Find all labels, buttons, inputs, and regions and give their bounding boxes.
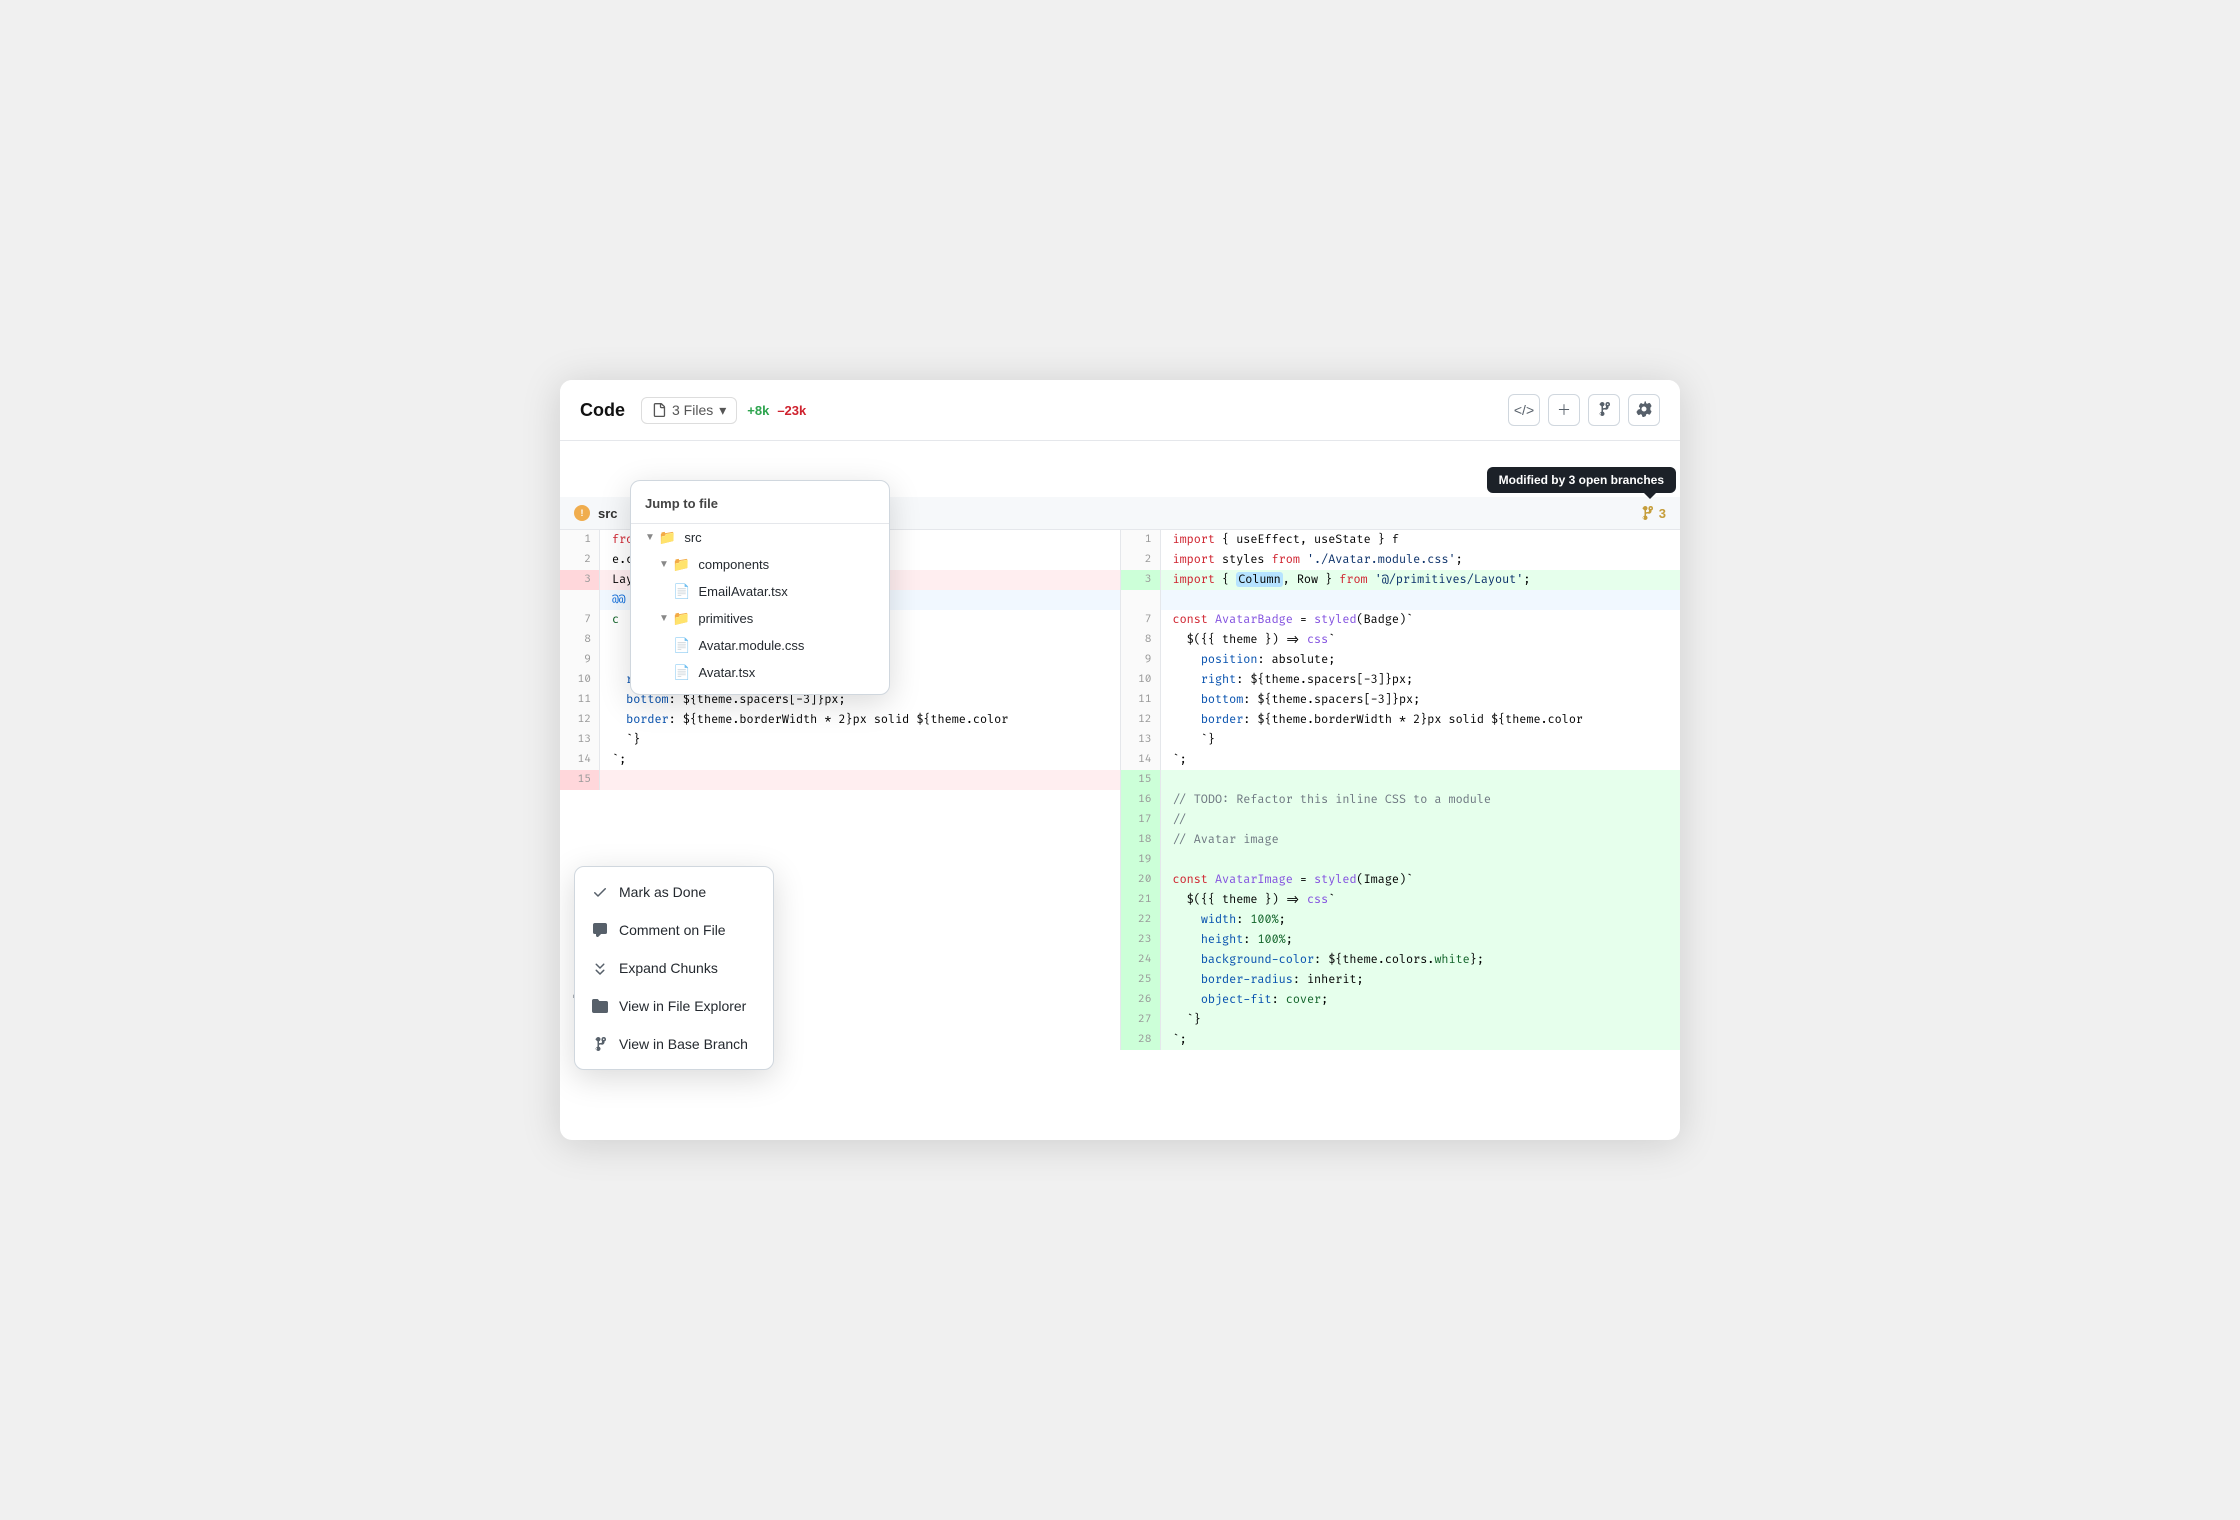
view-base-branch-item[interactable]: View in Base Branch — [575, 1025, 773, 1063]
left-file-name: src — [598, 506, 618, 521]
code-line-added: 18 // Avatar image — [1121, 830, 1681, 850]
code-line-added: 20 const AvatarImage = styled(Image)` — [1121, 870, 1681, 890]
code-line: 1 import { useEffect, useState } f — [1121, 530, 1681, 550]
folder-open-icon — [591, 997, 609, 1015]
code-line-added: 24 background-color: ${theme.colors.whit… — [1121, 950, 1681, 970]
branch-tooltip: Modified by 3 open branches — [1487, 467, 1676, 493]
header: Code 3 Files ▾ +8k –23k </> ＋ — [560, 380, 1680, 441]
folder-icon: 📁 — [673, 610, 690, 627]
code-line: 13 `} — [560, 730, 1120, 750]
tree-item-label: primitives — [698, 611, 753, 626]
file-icon: 📄 — [673, 637, 690, 654]
code-line: 11 bottom: ${theme.spacers[-3]}px; — [1121, 690, 1681, 710]
comment-icon — [591, 921, 609, 939]
tree-item-primitives[interactable]: ▼ 📁 primitives — [631, 605, 889, 632]
tree-search-area: Jump to file — [631, 489, 889, 524]
code-line-added: 16 // TODO: Refactor this inline CSS to … — [1121, 790, 1681, 810]
tree-item-label: Avatar.tsx — [698, 665, 755, 680]
code-line-added: 15 — [1121, 770, 1681, 790]
code-line-added: 3 import { Column, Row } from '@/primiti… — [1121, 570, 1681, 590]
code-line: 14 `; — [1121, 750, 1681, 770]
view-file-explorer-item[interactable]: View in File Explorer — [575, 987, 773, 1025]
code-line-added: 19 — [1121, 850, 1681, 870]
code-line: 12 border: ${theme.borderWidth * 2}px so… — [1121, 710, 1681, 730]
header-actions: </> ＋ — [1508, 394, 1660, 426]
code-line: 10 right: ${theme.spacers[-3]}px; — [1121, 670, 1681, 690]
tree-item-avatarcss[interactable]: 📄 Avatar.module.css — [631, 632, 889, 659]
mark-as-done-item[interactable]: Mark as Done — [575, 873, 773, 911]
code-line-added: 28 `; — [1121, 1030, 1681, 1050]
tree-item-avatartsx[interactable]: 📄 Avatar.tsx — [631, 659, 889, 686]
diff-stats: +8k –23k — [747, 403, 806, 418]
code-line-added: 27 `} — [1121, 1010, 1681, 1030]
code-line-added: 26 object-fit: cover; — [1121, 990, 1681, 1010]
code-line-added: 23 height: 100%; — [1121, 930, 1681, 950]
code-line: 14 `; — [560, 750, 1120, 770]
branch-badge[interactable]: 3 Modified by 3 open branches — [1639, 505, 1666, 521]
git-branch-icon — [591, 1035, 609, 1053]
code-line-added: 25 border-radius: inherit; — [1121, 970, 1681, 990]
view-base-branch-label: View in Base Branch — [619, 1036, 748, 1052]
right-code-panel: 1 import { useEffect, useState } f 2 imp… — [1121, 530, 1681, 1050]
code-line: 8 $({{ theme }) => css` — [1121, 630, 1681, 650]
chevron-icon: ▾ — [719, 402, 726, 419]
branch-count: 3 — [1659, 506, 1666, 521]
settings-icon — [1636, 401, 1652, 420]
branch-count-icon — [1639, 505, 1655, 521]
code-line-deleted: 15 — [560, 770, 1120, 790]
tree-item-label: EmailAvatar.tsx — [698, 584, 787, 599]
code-line-added: 21 $({{ theme }) => css` — [1121, 890, 1681, 910]
code-line-added: 22 width: 100%; — [1121, 910, 1681, 930]
context-menu: Mark as Done Comment on File Expand Chun… — [574, 866, 774, 1070]
expand-chunks-item[interactable]: Expand Chunks — [575, 949, 773, 987]
add-button[interactable]: ＋ — [1548, 394, 1580, 426]
folder-icon: 📁 — [659, 529, 676, 546]
settings-button[interactable] — [1628, 394, 1660, 426]
file-tree-dropdown: Jump to file ▼ 📁 src ▼ 📁 components 📄 Em… — [630, 480, 890, 695]
code-line-hunk — [1121, 590, 1681, 610]
code-icon: </> — [1514, 402, 1534, 418]
mark-as-done-label: Mark as Done — [619, 884, 706, 900]
file-icon: 📄 — [673, 583, 690, 600]
tree-search-label: Jump to file — [645, 496, 718, 511]
code-line: 9 position: absolute; — [1121, 650, 1681, 670]
chevron-down-icon: ▼ — [659, 613, 669, 624]
expand-chunks-label: Expand Chunks — [619, 960, 718, 976]
plus-icon: ＋ — [1557, 400, 1571, 420]
chevron-down-icon: ▼ — [659, 559, 669, 570]
tree-item-label: Avatar.module.css — [698, 638, 804, 653]
page-title: Code — [580, 400, 625, 421]
expand-icon — [591, 959, 609, 977]
code-line: 12 border: ${theme.borderWidth * 2}px so… — [560, 710, 1120, 730]
chevron-down-icon: ▼ — [645, 532, 655, 543]
view-file-explorer-label: View in File Explorer — [619, 998, 746, 1014]
app-container: Code 3 Files ▾ +8k –23k </> ＋ — [560, 380, 1680, 1140]
tree-item-label: components — [698, 557, 769, 572]
branch-button[interactable] — [1588, 394, 1620, 426]
code-line: 13 `} — [1121, 730, 1681, 750]
check-icon — [591, 883, 609, 901]
file-icon — [652, 403, 666, 417]
code-line: 7 const AvatarBadge = styled(Badge)` — [1121, 610, 1681, 630]
comment-on-file-label: Comment on File — [619, 922, 726, 938]
files-badge[interactable]: 3 Files ▾ — [641, 397, 737, 424]
tree-item-label: src — [684, 530, 701, 545]
tree-item-components[interactable]: ▼ 📁 components — [631, 551, 889, 578]
files-count: 3 Files — [672, 402, 713, 418]
code-line-added: 17 // — [1121, 810, 1681, 830]
folder-icon: 📁 — [673, 556, 690, 573]
additions-stat: +8k — [747, 403, 769, 418]
tree-item-src[interactable]: ▼ 📁 src — [631, 524, 889, 551]
branch-icon — [1596, 401, 1612, 420]
code-view-button[interactable]: </> — [1508, 394, 1540, 426]
tree-item-emailavatar[interactable]: 📄 EmailAvatar.tsx — [631, 578, 889, 605]
comment-on-file-item[interactable]: Comment on File — [575, 911, 773, 949]
code-line: 2 import styles from './Avatar.module.cs… — [1121, 550, 1681, 570]
deletions-stat: –23k — [777, 403, 806, 418]
file-icon: 📄 — [673, 664, 690, 681]
file-status-icon: ! — [574, 505, 590, 521]
